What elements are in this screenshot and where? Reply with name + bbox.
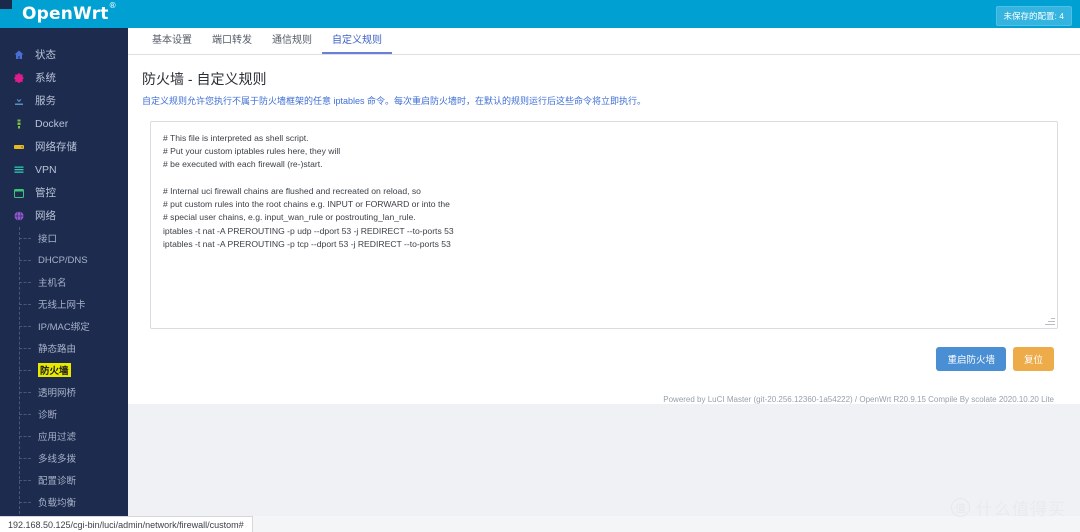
- sidebar-subitem-wireless-adapter[interactable]: 无线上网卡: [0, 293, 128, 315]
- tab-general-settings[interactable]: 基本设置: [142, 31, 202, 54]
- subitem-label: 多线多拨: [38, 454, 77, 465]
- tab-traffic-rules[interactable]: 通信规则: [262, 31, 322, 54]
- sidebar-subitem-ip-mac-binding[interactable]: IP/MAC绑定: [0, 315, 128, 337]
- sidebar-item-control[interactable]: 管控: [0, 181, 128, 204]
- subitem-label: 主机名: [38, 278, 67, 289]
- sidebar-item-status[interactable]: 状态: [0, 43, 128, 66]
- sidebar-subitem-interfaces[interactable]: 接口: [0, 227, 128, 249]
- header-corner-accent: [0, 0, 12, 9]
- openwrt-logo[interactable]: OpenWrt®: [22, 1, 117, 24]
- page-title: 防火墙 - 自定义规则: [142, 71, 267, 87]
- subitem-label: 接口: [38, 234, 58, 245]
- unsaved-changes-badge[interactable]: 未保存的配置: 4: [995, 6, 1072, 26]
- firewall-custom-rules-panel: 防火墙 - 自定义规则 自定义规则允许您执行不属于防火墙框架的任意 iptabl…: [128, 55, 1080, 404]
- sidebar-subitem-transparent-bridge[interactable]: 透明网桥: [0, 381, 128, 403]
- custom-rules-editor-container: [150, 120, 1058, 329]
- sidebar-submenu-network: 接口 DHCP/DNS 主机名 无线上网卡 IP/MAC绑定 静态路由 防火墙 …: [0, 227, 128, 532]
- sidebar-label-control: 管控: [35, 187, 56, 199]
- watermark-text: 什么值得买: [976, 500, 1066, 519]
- home-icon: [12, 48, 26, 62]
- footer-credits: Powered by LuCI Master (git-20.256.12360…: [663, 394, 1054, 404]
- sidebar-item-services[interactable]: 服务: [0, 89, 128, 112]
- sidebar-item-vpn[interactable]: VPN: [0, 158, 128, 181]
- sidebar-subitem-firewall[interactable]: 防火墙: [0, 359, 128, 381]
- subitem-label: 透明网桥: [38, 388, 77, 399]
- sidebar-label-vpn: VPN: [35, 163, 57, 176]
- sidebar-label-services: 服务: [35, 95, 56, 107]
- sidebar-subitem-hostnames[interactable]: 主机名: [0, 271, 128, 293]
- subitem-label: 负载均衡: [38, 498, 77, 509]
- sidebar-subitem-diagnostics[interactable]: 诊断: [0, 403, 128, 425]
- sidebar-item-docker[interactable]: Docker: [0, 112, 128, 135]
- tab-custom-rules[interactable]: 自定义规则: [322, 31, 392, 54]
- browser-viewport: OpenWrt® 未保存的配置: 4 状态 系统 服务 Docker 网络存储 …: [0, 0, 1080, 532]
- sidebar-subitem-config-diagnostics[interactable]: 配置诊断: [0, 469, 128, 491]
- globe-icon: [12, 209, 26, 223]
- logo-text: OpenWrt: [22, 4, 109, 24]
- sidebar-label-system: 系统: [35, 72, 56, 84]
- sidebar-label-docker: Docker: [35, 117, 69, 130]
- sidebar-item-system[interactable]: 系统: [0, 66, 128, 89]
- sidebar-subitem-load-balancing[interactable]: 负载均衡: [0, 491, 128, 513]
- tab-bar: 基本设置 端口转发 通信规则 自定义规则: [128, 28, 1080, 55]
- sidebar-subitem-app-filter[interactable]: 应用过滤: [0, 425, 128, 447]
- sidebar-item-network[interactable]: 网络: [0, 204, 128, 227]
- subitem-label: 诊断: [38, 410, 58, 421]
- sidebar-nav: 状态 系统 服务 Docker 网络存储 VPN 管控 网络 接口 DHCP/D…: [0, 9, 128, 532]
- sidebar-label-network: 网络: [35, 210, 56, 222]
- restart-firewall-button[interactable]: 重启防火墙: [936, 346, 1006, 371]
- reset-button[interactable]: 复位: [1012, 346, 1054, 371]
- custom-rules-textarea[interactable]: [151, 121, 1057, 328]
- logo-registered-mark: ®: [108, 1, 117, 11]
- action-button-row: 重启防火墙 复位: [142, 329, 1066, 385]
- textarea-resize-handle[interactable]: [1043, 314, 1056, 327]
- subitem-label: DHCP/DNS: [38, 254, 88, 266]
- status-bar-url: 192.168.50.125/cgi-bin/luci/admin/networ…: [8, 519, 244, 530]
- layers-icon: [12, 163, 26, 177]
- page-description: 自定义规则允许您执行不属于防火墙框架的任意 iptables 命令。每次重启防火…: [142, 96, 647, 106]
- subitem-label: 静态路由: [38, 344, 77, 355]
- browser-status-bar: 192.168.50.125/cgi-bin/luci/admin/networ…: [0, 516, 253, 532]
- calendar-icon: [12, 186, 26, 200]
- gear-icon: [12, 71, 26, 85]
- watermark: 值 什么值得买: [951, 495, 1066, 520]
- storage-icon: [12, 140, 26, 154]
- subitem-label: 无线上网卡: [38, 300, 86, 311]
- watermark-badge: 值: [951, 498, 970, 517]
- sidebar-subitem-multiwan[interactable]: 多线多拨: [0, 447, 128, 469]
- sidebar-subitem-static-routes[interactable]: 静态路由: [0, 337, 128, 359]
- docker-icon: [12, 117, 26, 131]
- subitem-label: 防火墙: [38, 363, 71, 377]
- download-icon: [12, 94, 26, 108]
- subitem-label: IP/MAC绑定: [38, 322, 90, 333]
- sidebar-label-network-storage: 网络存储: [35, 141, 77, 153]
- sidebar-subitem-dhcp-dns[interactable]: DHCP/DNS: [0, 249, 128, 271]
- subitem-label: 配置诊断: [38, 476, 77, 487]
- sidebar-label-status: 状态: [35, 49, 56, 61]
- subitem-label: 应用过滤: [38, 432, 77, 443]
- tab-port-forwards[interactable]: 端口转发: [202, 31, 262, 54]
- sidebar-item-network-storage[interactable]: 网络存储: [0, 135, 128, 158]
- main-content: 基本设置 端口转发 通信规则 自定义规则 防火墙 - 自定义规则 自定义规则允许…: [128, 28, 1080, 516]
- app-header: OpenWrt® 未保存的配置: 4: [0, 0, 1080, 28]
